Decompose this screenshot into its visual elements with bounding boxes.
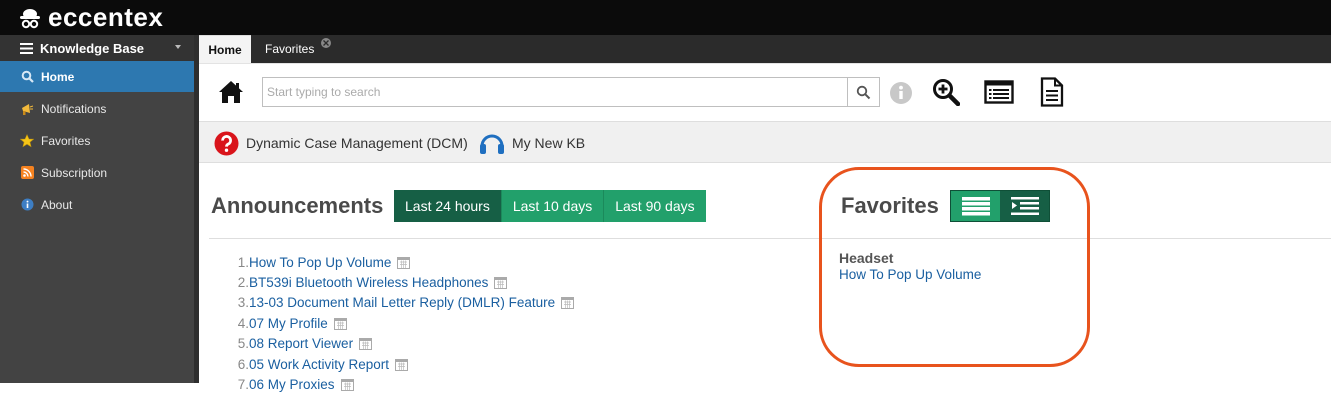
search-icon xyxy=(856,85,871,99)
sidebar: Knowledge Base Home Notifications Favori… xyxy=(0,35,199,383)
kb-link-dcm[interactable]: Dynamic Case Management (DCM) xyxy=(214,131,468,155)
sidebar-item-notifications[interactable]: Notifications xyxy=(0,93,194,124)
sidebar-item-label: About xyxy=(41,197,73,212)
hamburger-menu-icon xyxy=(20,42,33,54)
list-item: 2. BT539i Bluetooth Wireless Headphones xyxy=(229,272,574,292)
tab-home[interactable]: Home xyxy=(199,35,251,63)
zoom-in-icon[interactable] xyxy=(932,78,960,106)
item-number: 5. xyxy=(237,336,249,352)
sidebar-item-favorites[interactable]: Favorites xyxy=(0,125,194,156)
app-logo[interactable]: eccentex xyxy=(18,4,163,31)
document-icon[interactable] xyxy=(1039,76,1065,108)
item-number: 4. xyxy=(237,315,249,331)
announcement-link[interactable]: 08 Report Viewer xyxy=(249,336,353,351)
announcements-filter-group: Last 24 hours Last 10 days Last 90 days xyxy=(394,190,706,222)
megaphone-icon xyxy=(20,102,34,116)
headset-icon xyxy=(480,134,504,154)
list-item: 1. How To Pop Up Volume xyxy=(229,252,574,272)
item-number: 7. xyxy=(237,377,249,393)
brand-name: eccentex xyxy=(48,2,164,32)
search-icon xyxy=(20,70,34,84)
close-icon[interactable] xyxy=(321,38,331,48)
announcements-title: Announcements xyxy=(211,193,384,218)
rss-icon xyxy=(20,166,34,180)
kb-link-label: My New KB xyxy=(512,135,586,151)
search-input[interactable] xyxy=(263,78,847,106)
star-icon xyxy=(20,133,34,148)
calendar-icon[interactable] xyxy=(494,276,508,290)
knowledge-base-bar: Dynamic Case Management (DCM) My New KB xyxy=(199,121,1331,163)
sidebar-item-label: Subscription xyxy=(41,165,108,180)
annotation-highlight-outline xyxy=(819,167,1090,367)
announcement-link[interactable]: 13-03 Document Mail Letter Reply (DMLR) … xyxy=(249,295,555,310)
info-icon xyxy=(20,198,34,212)
kb-link-label: Dynamic Case Management (DCM) xyxy=(246,135,468,151)
calendar-icon[interactable] xyxy=(561,296,575,310)
filter-last-90-days[interactable]: Last 90 days xyxy=(604,190,706,222)
question-circle-icon xyxy=(214,131,239,155)
announcement-link[interactable]: 07 My Profile xyxy=(249,316,328,331)
sidebar-item-subscription[interactable]: Subscription xyxy=(0,157,194,188)
calendar-icon[interactable] xyxy=(333,317,347,330)
sidebar-item-label: Favorites xyxy=(41,133,91,148)
filter-last-24-hours[interactable]: Last 24 hours xyxy=(394,190,502,222)
list-item: 3. 13-03 Document Mail Letter Reply (DML… xyxy=(229,293,575,313)
section-divider xyxy=(209,238,1331,239)
sidebar-item-about[interactable]: About xyxy=(0,189,194,220)
announcement-link[interactable]: How To Pop Up Volume xyxy=(249,255,391,270)
sidebar-header[interactable]: Knowledge Base xyxy=(0,35,194,61)
list-item: 7. 06 My Proxies xyxy=(229,374,574,394)
sidebar-item-label: Home xyxy=(41,69,75,84)
calendar-icon[interactable] xyxy=(359,337,373,351)
kb-link-my-new-kb[interactable]: My New KB xyxy=(479,131,585,155)
list-item: 6. 05 Work Activity Report xyxy=(229,354,574,374)
list-item: 5. 08 Report Viewer xyxy=(229,334,574,354)
announcement-link[interactable]: BT539i Bluetooth Wireless Headphones xyxy=(249,275,488,290)
search-box xyxy=(262,77,848,107)
sidebar-item-label: Notifications xyxy=(41,101,107,116)
calendar-icon[interactable] xyxy=(340,378,354,392)
search-button[interactable] xyxy=(847,77,880,107)
sidebar-item-home[interactable]: Home xyxy=(0,61,194,92)
tab-label: Favorites xyxy=(265,42,315,56)
calendar-icon[interactable] xyxy=(395,358,409,371)
announcement-link[interactable]: 06 My Proxies xyxy=(249,377,335,392)
announcement-link[interactable]: 05 Work Activity Report xyxy=(249,357,389,372)
item-number: 6. xyxy=(237,356,249,372)
calendar-icon[interactable] xyxy=(397,256,411,269)
tab-bar: Home Favorites xyxy=(199,35,1331,63)
list-item: 4. 07 My Profile xyxy=(229,313,574,333)
info-icon[interactable] xyxy=(889,81,913,105)
filter-last-10-days[interactable]: Last 10 days xyxy=(501,190,605,222)
sidebar-title: Knowledge Base xyxy=(40,40,145,56)
logo-hat-icon xyxy=(20,8,40,28)
chevron-down-icon[interactable] xyxy=(175,45,181,49)
item-number: 3. xyxy=(237,295,249,311)
top-bar: eccentex xyxy=(0,0,1331,35)
home-icon[interactable] xyxy=(218,80,244,104)
list-view-icon[interactable] xyxy=(984,79,1014,105)
toolbar xyxy=(199,63,1331,122)
announcements-list: 1. How To Pop Up Volume 2. BT539i Blueto… xyxy=(229,252,575,395)
item-number: 1. xyxy=(237,254,249,270)
item-number: 2. xyxy=(237,275,249,291)
